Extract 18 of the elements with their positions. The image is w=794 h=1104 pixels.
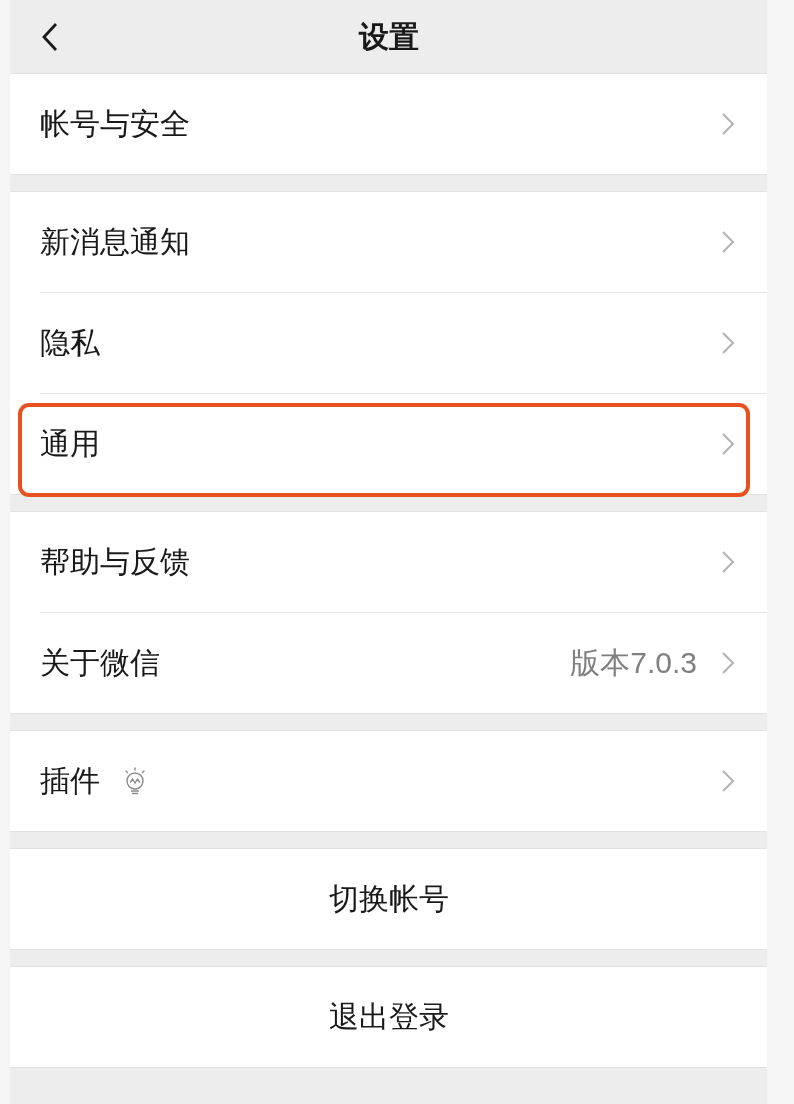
chevron-right-icon	[721, 550, 735, 574]
chevron-right-icon	[721, 651, 735, 675]
row-label: 隐私	[40, 325, 100, 361]
row-label: 新消息通知	[40, 224, 190, 260]
back-button[interactable]	[40, 21, 60, 52]
chevron-right-icon	[721, 230, 735, 254]
row-label: 插件	[40, 763, 100, 799]
row-label: 帮助与反馈	[40, 544, 190, 580]
row-label: 帐号与安全	[40, 106, 190, 142]
chevron-right-icon	[721, 331, 735, 355]
row-label: 关于微信	[40, 645, 160, 681]
chevron-right-icon	[721, 432, 735, 456]
chevron-right-icon	[721, 112, 735, 136]
chevron-right-icon	[721, 769, 735, 793]
version-label: 版本7.0.3	[570, 645, 697, 681]
page-title: 设置	[358, 18, 419, 55]
row-label: 通用	[40, 426, 100, 462]
back-icon	[41, 21, 59, 52]
